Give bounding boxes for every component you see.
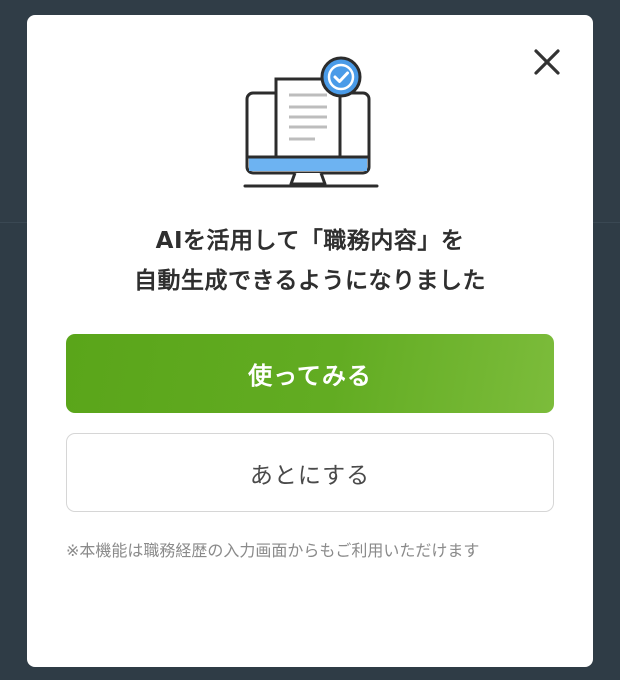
- later-button[interactable]: あとにする: [66, 433, 554, 512]
- monitor-document-check-icon: [243, 53, 379, 193]
- close-icon: [534, 49, 560, 75]
- headline-line-1: AIを活用して「職務内容」を: [155, 228, 465, 254]
- availability-note: ※本機能は職務経歴の入力画面からもご利用いただけます: [66, 541, 480, 560]
- headline-line-2: 自動生成できるようになりました: [133, 268, 487, 294]
- announcement-modal: AIを活用して「職務内容」を 自動生成できるようになりました 使ってみる あとに…: [27, 15, 593, 667]
- try-it-button[interactable]: 使ってみる: [66, 334, 554, 413]
- close-button[interactable]: [532, 47, 562, 77]
- modal-headline: AIを活用して「職務内容」を 自動生成できるようになりました: [27, 221, 593, 301]
